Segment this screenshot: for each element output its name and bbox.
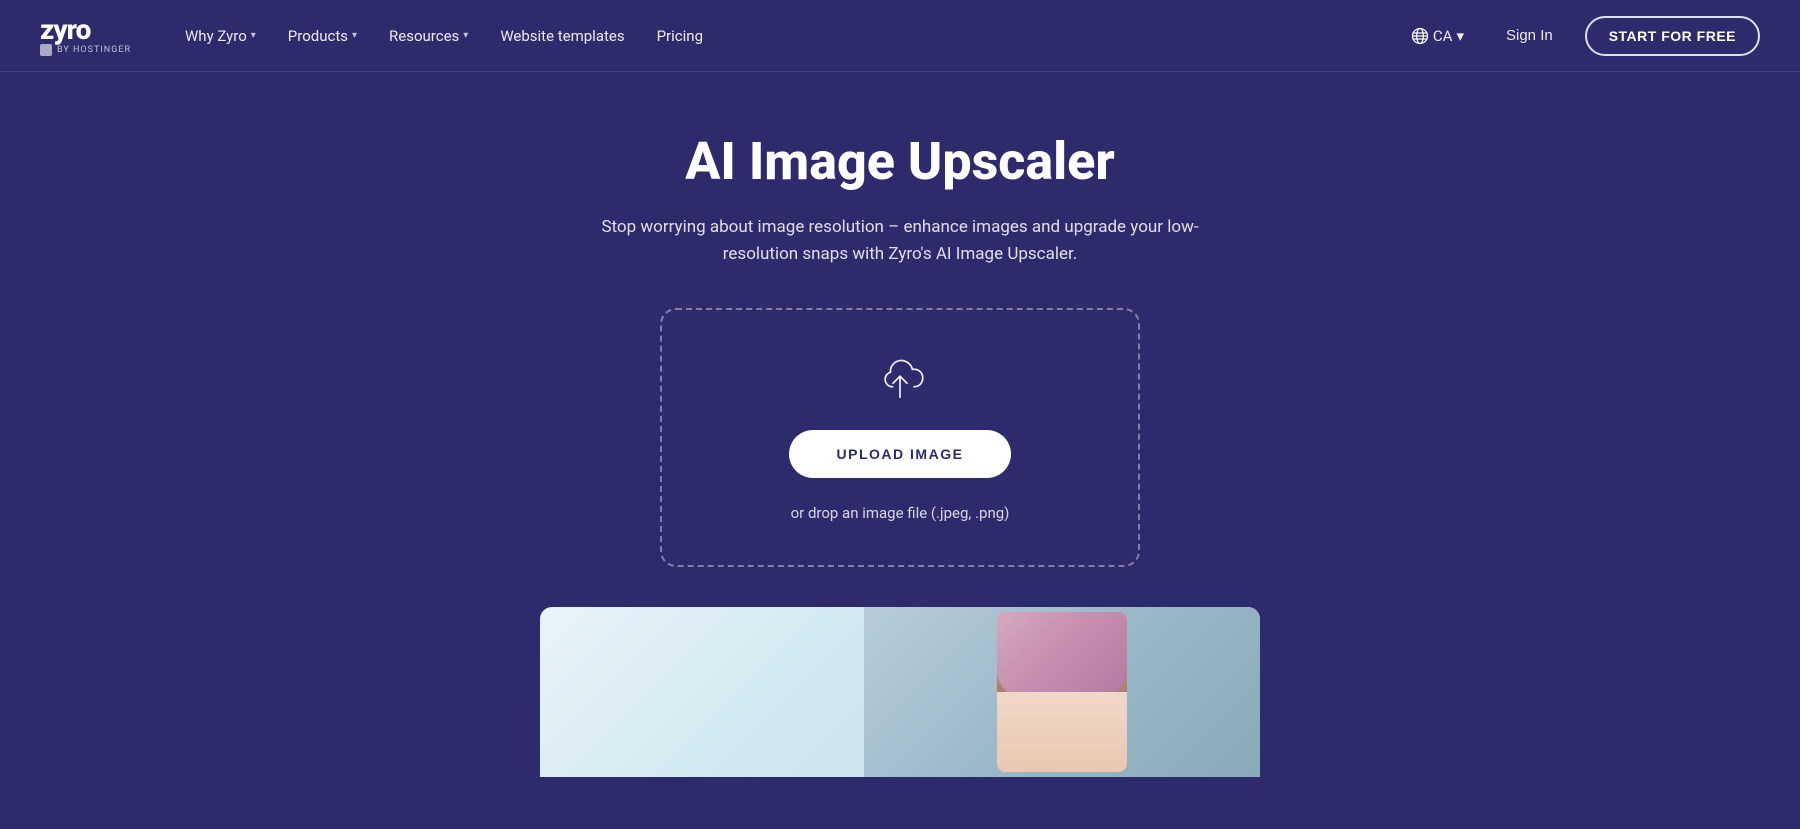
hero-section: AI Image Upscaler Stop worrying about im… xyxy=(0,72,1800,777)
start-for-free-button[interactable]: START FOR FREE xyxy=(1585,16,1760,56)
chevron-down-icon: ▾ xyxy=(352,30,357,41)
nav-item-products[interactable]: Products ▾ xyxy=(274,19,371,53)
hero-subtitle: Stop worrying about image resolution – e… xyxy=(600,214,1200,268)
nav-item-why-zyro[interactable]: Why Zyro ▾ xyxy=(171,19,270,53)
upload-dropzone[interactable]: UPLOAD IMAGE or drop an image file (.jpe… xyxy=(660,308,1140,567)
logo[interactable]: zyro BY HOSTINGER xyxy=(40,16,131,56)
sign-in-button[interactable]: Sign In xyxy=(1490,19,1569,52)
navbar-left: zyro BY HOSTINGER Why Zyro ▾ Products ▾ … xyxy=(40,16,717,56)
logo-zyro-text: zyro xyxy=(40,16,90,44)
locale-selector[interactable]: CA ▾ xyxy=(1401,21,1474,51)
nav-item-pricing[interactable]: Pricing xyxy=(643,19,717,53)
preview-section xyxy=(40,607,1760,777)
chevron-down-icon: ▾ xyxy=(463,30,468,41)
nav-item-resources[interactable]: Resources ▾ xyxy=(375,19,482,53)
locale-label: CA xyxy=(1433,27,1453,45)
cloud-upload-icon xyxy=(872,350,928,406)
nav-items: Why Zyro ▾ Products ▾ Resources ▾ Websit… xyxy=(171,19,717,53)
page-title: AI Image Upscaler xyxy=(685,132,1114,192)
preview-face-image xyxy=(997,612,1127,772)
preview-enhanced-panel xyxy=(864,607,1260,777)
logo-hostinger-text: BY HOSTINGER xyxy=(40,44,131,56)
globe-icon xyxy=(1411,27,1429,45)
navbar-right: CA ▾ Sign In START FOR FREE xyxy=(1401,16,1760,56)
upload-hint-text: or drop an image file (.jpeg, .png) xyxy=(791,502,1010,525)
chevron-down-icon: ▾ xyxy=(251,30,256,41)
hostinger-mark-icon xyxy=(40,44,52,56)
nav-item-website-templates[interactable]: Website templates xyxy=(486,19,638,53)
upload-image-button[interactable]: UPLOAD IMAGE xyxy=(789,430,1012,478)
navbar: zyro BY HOSTINGER Why Zyro ▾ Products ▾ … xyxy=(0,0,1800,72)
chevron-down-icon: ▾ xyxy=(1456,27,1464,45)
preview-image-container xyxy=(540,607,1260,777)
